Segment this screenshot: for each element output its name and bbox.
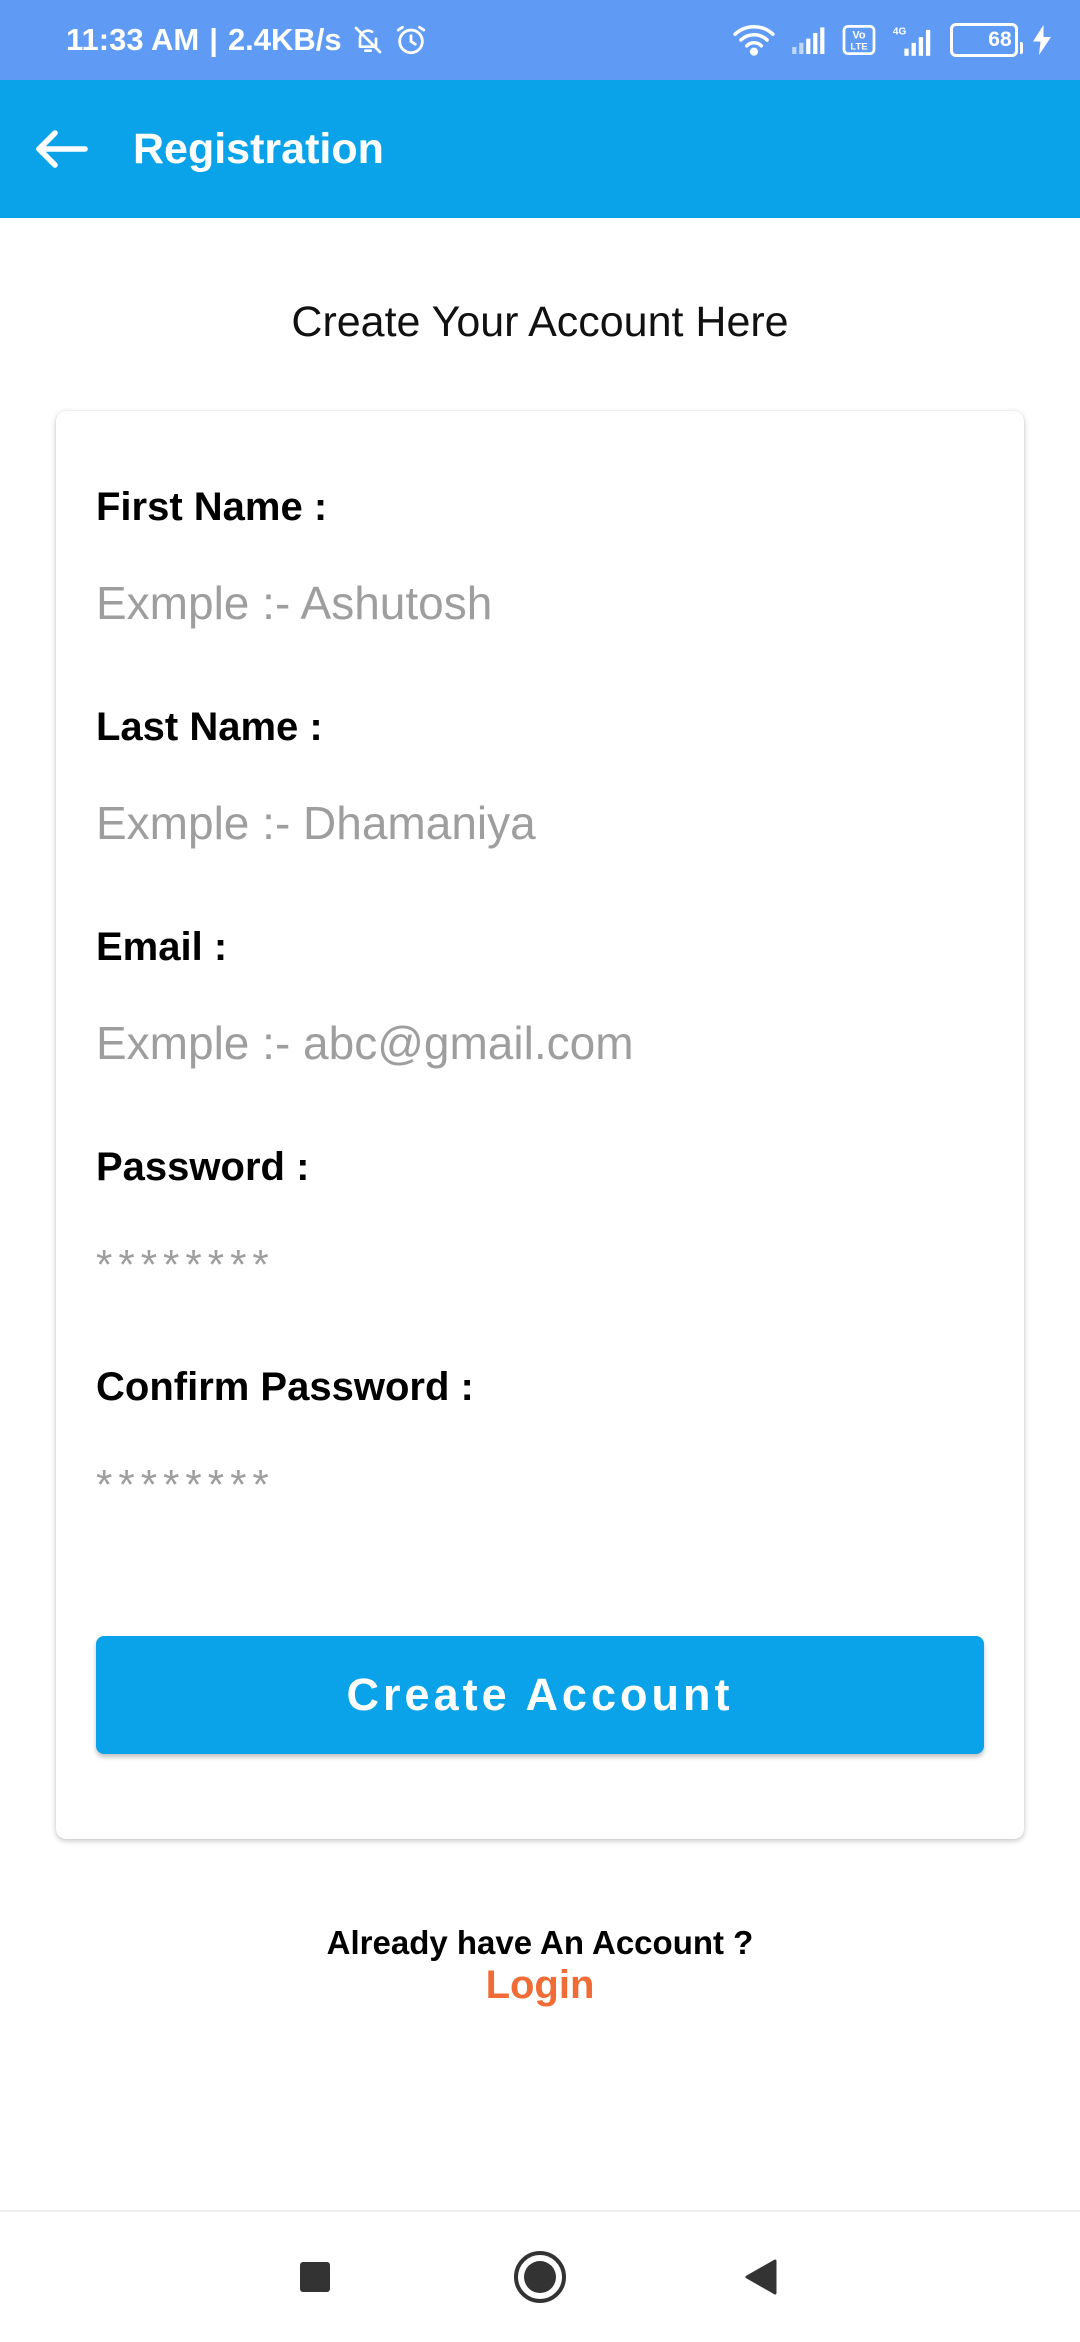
- 4g-signal-icon: 4G: [890, 24, 936, 56]
- notifications-off-icon: [352, 24, 384, 56]
- battery-icon: 68: [950, 23, 1023, 57]
- app-bar: Registration: [0, 80, 1080, 218]
- password-input[interactable]: [96, 1226, 976, 1300]
- email-label: Email :: [96, 925, 228, 969]
- status-right: Vo LTE 4G 68: [732, 0, 1052, 80]
- status-separator: |: [209, 22, 218, 57]
- arrow-left-icon: [33, 127, 89, 171]
- home-button[interactable]: [505, 2242, 575, 2312]
- registration-card: First Name : Last Name : Email : Passwor…: [56, 411, 1024, 1839]
- recents-button[interactable]: [280, 2242, 350, 2312]
- alarm-icon: [394, 23, 428, 57]
- form-heading: Create Your Account Here: [291, 298, 789, 346]
- status-network-speed: 2.4KB/s: [227, 22, 342, 57]
- password-label: Password :: [96, 1145, 310, 1189]
- first-name-label: First Name :: [96, 485, 328, 529]
- svg-text:LTE: LTE: [850, 42, 867, 53]
- status-left: 11:33 AM | 2.4KB/s: [66, 0, 428, 80]
- back-button[interactable]: [26, 114, 96, 184]
- status-bar: 11:33 AM | 2.4KB/s Vo LTE 4G 68: [0, 0, 1080, 80]
- email-input[interactable]: [96, 1006, 976, 1080]
- status-time: 11:33 AM: [66, 22, 200, 57]
- home-icon: [512, 2249, 568, 2305]
- first-name-input[interactable]: [96, 566, 976, 640]
- back-icon: [741, 2257, 781, 2297]
- svg-text:4G: 4G: [893, 26, 907, 37]
- confirm-password-input[interactable]: [96, 1446, 976, 1520]
- system-nav-bar: [0, 2210, 1080, 2342]
- confirm-password-label: Confirm Password :: [96, 1365, 474, 1409]
- recents-icon: [298, 2260, 332, 2294]
- page-title: Registration: [133, 125, 384, 173]
- system-back-button[interactable]: [726, 2242, 796, 2312]
- login-link[interactable]: Login: [0, 1963, 1080, 2008]
- svg-text:Vo: Vo: [852, 30, 865, 42]
- signal-icon: [790, 26, 828, 54]
- charging-icon: [1032, 25, 1052, 55]
- battery-level: 68: [988, 28, 1012, 51]
- last-name-input[interactable]: [96, 786, 976, 860]
- wifi-icon: [732, 24, 776, 56]
- volte-icon: Vo LTE: [842, 25, 876, 55]
- last-name-label: Last Name :: [96, 705, 323, 749]
- create-account-button[interactable]: Create Account: [96, 1636, 984, 1754]
- already-have-account-text: Already have An Account ?: [326, 1924, 754, 1961]
